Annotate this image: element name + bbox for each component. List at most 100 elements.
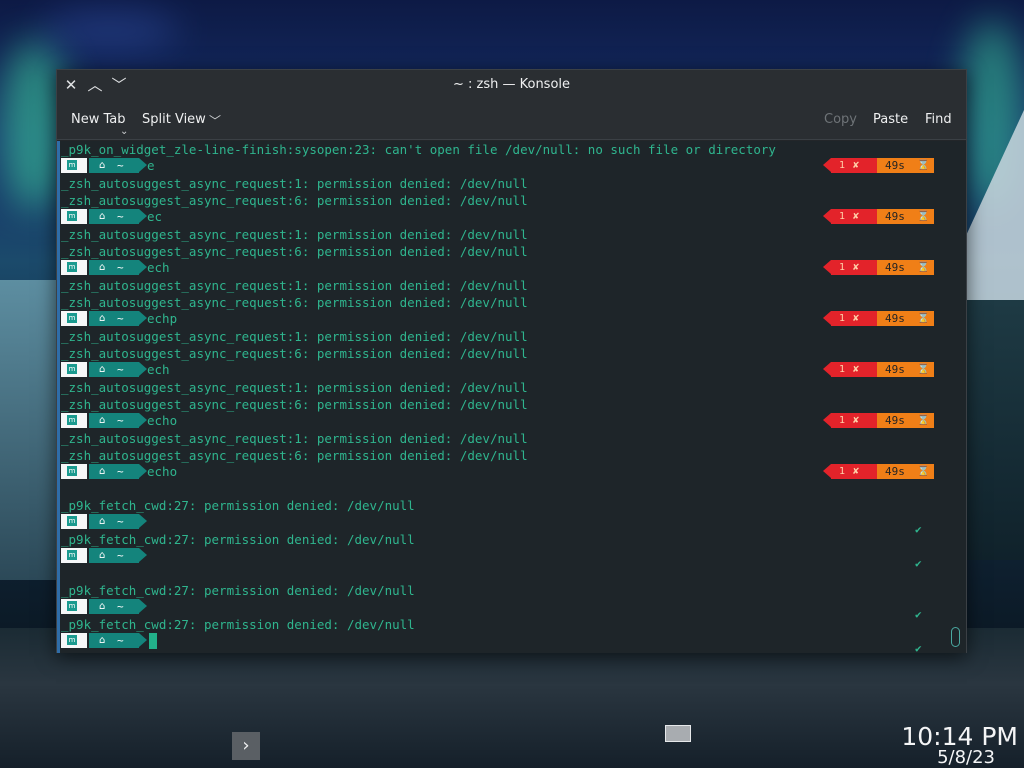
- terminal-cursor: [149, 633, 157, 649]
- error-cross-icon: ✘: [853, 160, 860, 171]
- prompt-arrow: [139, 311, 147, 325]
- error-cross-icon: ✘: [853, 211, 860, 222]
- prompt-dir-segment: ⌂ ~: [89, 209, 147, 224]
- prompt-command: echp: [147, 311, 178, 326]
- scrollbar-handle[interactable]: [951, 627, 960, 647]
- status-duration: 49s ⌛: [877, 209, 934, 224]
- split-view-button[interactable]: Split View: [142, 112, 206, 127]
- prompt-os-segment: m: [61, 311, 87, 326]
- status-time-text: 49s: [885, 363, 905, 376]
- os-logo-icon: m: [67, 160, 77, 170]
- check-icon: ✔: [915, 608, 922, 621]
- home-icon: ⌂: [99, 364, 106, 375]
- os-logo-icon: m: [67, 211, 77, 221]
- prompt-arrow: [139, 362, 147, 376]
- terminal-output-line: _zsh_autosuggest_async_request:6: permis…: [61, 244, 528, 259]
- title-bar[interactable]: ✕ ︿ ﹀ ~ : zsh — Konsole: [57, 70, 966, 100]
- toolbar: New Tab ⌄ Split View ﹀ Copy Paste Find: [57, 100, 966, 140]
- prompt-dir-text: ~: [117, 312, 124, 325]
- status-error: 1 ✘: [831, 209, 877, 224]
- terminal-view[interactable]: _p9k_on_widget_zle-line-finish:sysopen:2…: [57, 141, 966, 653]
- status-arrow: [823, 311, 831, 325]
- prompt-dir-segment: ⌂ ~: [89, 158, 147, 173]
- prompt-dir-segment: ⌂ ~: [89, 464, 147, 479]
- terminal-output-line: _zsh_autosuggest_async_request:1: permis…: [61, 176, 528, 191]
- os-logo-icon: m: [67, 364, 77, 374]
- hourglass-icon: ⌛: [917, 262, 930, 273]
- status-error-code: 1: [839, 160, 846, 171]
- prompt-arrow: [139, 464, 147, 478]
- home-icon: ⌂: [99, 601, 106, 612]
- prompt-dir-text: ~: [117, 159, 124, 172]
- status-time-text: 49s: [885, 414, 905, 427]
- status-time-text: 49s: [885, 465, 905, 478]
- status-arrow: [823, 260, 831, 274]
- check-icon: ✔: [915, 523, 922, 536]
- home-icon: ⌂: [99, 516, 106, 527]
- status-duration: 49s ⌛: [877, 311, 934, 326]
- copy-button[interactable]: Copy: [824, 112, 857, 127]
- prompt-arrow: [139, 548, 147, 562]
- prompt-dir-text: ~: [117, 414, 124, 427]
- home-icon: ⌂: [99, 550, 106, 561]
- chevron-down-icon[interactable]: ﹀: [209, 112, 221, 129]
- home-icon: ⌂: [99, 211, 106, 222]
- chevron-right-icon[interactable]: ›: [232, 732, 260, 760]
- prompt-os-segment: m: [61, 209, 87, 224]
- status-time-text: 49s: [885, 312, 905, 325]
- os-logo-icon: m: [67, 466, 77, 476]
- prompt-dir-text: ~: [117, 549, 124, 562]
- split-view-label: Split View: [142, 112, 206, 127]
- new-tab-label: New Tab: [71, 112, 126, 127]
- status-error-code: 1: [839, 364, 846, 375]
- hourglass-icon: ⌛: [917, 211, 930, 222]
- prompt-command: ec: [147, 209, 163, 224]
- terminal-output-line: _p9k_fetch_cwd:27: permission denied: /d…: [61, 583, 415, 598]
- prompt-status-segment: 1 ✘ 49s ⌛: [823, 158, 934, 173]
- error-cross-icon: ✘: [853, 262, 860, 273]
- status-error: 1 ✘: [831, 413, 877, 428]
- clock-date[interactable]: 5/8/23: [937, 747, 995, 768]
- prompt-command: ech: [147, 362, 170, 377]
- new-tab-menu-indicator[interactable]: ⌄: [120, 126, 128, 137]
- os-logo-icon: m: [67, 550, 77, 560]
- terminal-output-line: _zsh_autosuggest_async_request:6: permis…: [61, 193, 528, 208]
- home-icon: ⌂: [99, 160, 106, 171]
- terminal-output-line: _zsh_autosuggest_async_request:6: permis…: [61, 346, 528, 361]
- prompt-dir-text: ~: [117, 600, 124, 613]
- status-duration: 49s ⌛: [877, 413, 934, 428]
- status-error: 1 ✘: [831, 260, 877, 275]
- status-error-code: 1: [839, 262, 846, 273]
- prompt-command: echo: [147, 464, 178, 479]
- status-arrow: [823, 362, 831, 376]
- prompt-os-segment: m: [61, 413, 87, 428]
- terminal-output-line: _zsh_autosuggest_async_request:1: permis…: [61, 431, 528, 446]
- taskbar-window-icon[interactable]: [665, 725, 691, 742]
- prompt-dir-text: ~: [117, 515, 124, 528]
- error-cross-icon: ✘: [853, 364, 860, 375]
- status-time-text: 49s: [885, 159, 905, 172]
- home-icon: ⌂: [99, 415, 106, 426]
- terminal-output-line: _zsh_autosuggest_async_request:6: permis…: [61, 397, 528, 412]
- paste-button[interactable]: Paste: [873, 112, 908, 127]
- find-button[interactable]: Find: [925, 112, 952, 127]
- terminal-output-line: _zsh_autosuggest_async_request:1: permis…: [61, 278, 528, 293]
- new-tab-button[interactable]: New Tab: [71, 112, 126, 127]
- error-cross-icon: ✘: [853, 415, 860, 426]
- prompt-os-segment: m: [61, 362, 87, 377]
- prompt-arrow: [139, 514, 147, 528]
- prompt-status-segment: 1 ✘ 49s ⌛: [823, 413, 934, 428]
- check-icon: ✔: [915, 642, 922, 653]
- check-icon: ✔: [915, 557, 922, 570]
- status-duration: 49s ⌛: [877, 260, 934, 275]
- prompt-dir-text: ~: [117, 210, 124, 223]
- prompt-dir-segment: ⌂ ~: [89, 548, 147, 563]
- wallpaper-aurora-top: [40, 10, 180, 50]
- prompt-dir-text: ~: [117, 363, 124, 376]
- terminal-output-line: _zsh_autosuggest_async_request:1: permis…: [61, 227, 528, 242]
- prompt-status-segment: 1 ✘ 49s ⌛: [823, 362, 934, 377]
- prompt-arrow: [139, 599, 147, 613]
- error-cross-icon: ✘: [853, 313, 860, 324]
- prompt-os-segment: m: [61, 158, 87, 173]
- prompt-os-segment: m: [61, 514, 87, 529]
